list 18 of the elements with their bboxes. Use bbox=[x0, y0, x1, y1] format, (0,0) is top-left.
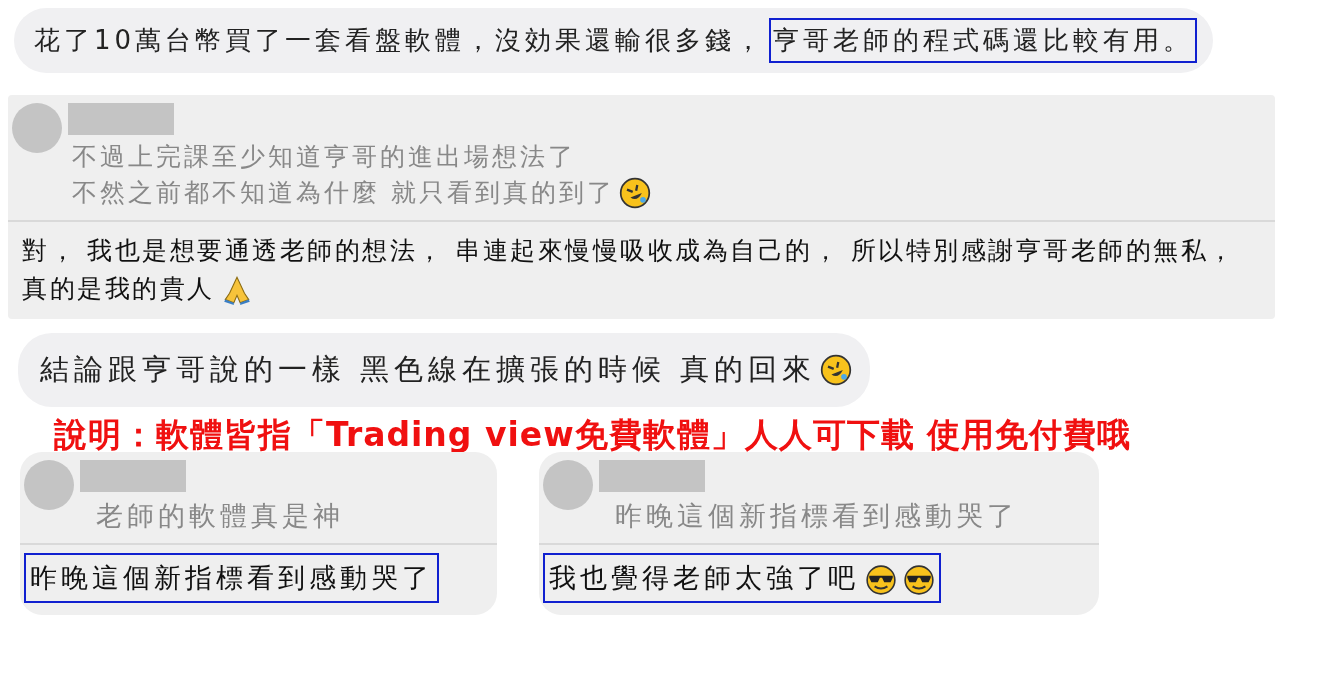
sunglasses-face-icon bbox=[865, 563, 897, 596]
reply-text: 對， 我也是想要通透老師的想法， 串連起來慢慢吸收成為自己的， 所以特別感謝亨哥老師的無私，真的是我的貴人 bbox=[16, 227, 1269, 313]
quote-text: 昨晚這個新指標看到感動哭了 bbox=[615, 499, 1018, 533]
laughing-face-icon bbox=[820, 354, 853, 386]
avatar bbox=[543, 460, 593, 510]
sunglasses-face-icon bbox=[903, 563, 935, 596]
note-text: 說明：軟體皆指「Trading view免費軟體」人人可下載 使用免付費哦 bbox=[54, 414, 1133, 456]
quote-text: 不然之前都不知道為什麼 就只看到真的到了 bbox=[72, 177, 615, 210]
message-text: 花了10萬台幣買了一套看盤軟體，沒効果還輸很多錢， bbox=[33, 24, 767, 57]
avatar bbox=[24, 460, 74, 510]
quote-text: 老師的軟體真是神 bbox=[96, 499, 344, 533]
quote-text: 不過上完課至少知道亨哥的進出場想法了 bbox=[72, 141, 576, 173]
message-text: 亨哥老師的程式碼還比較有用。 bbox=[769, 18, 1198, 63]
message-text: 結論跟亨哥說的一樣 黑色線在擴張的時候 真的回來 bbox=[39, 351, 818, 388]
laughing-face-icon bbox=[618, 177, 651, 210]
reply-text: 我也覺得老師太強了吧 bbox=[543, 553, 941, 603]
avatar bbox=[12, 103, 62, 153]
reply-text: 昨晚這個新指標看到感動哭了 bbox=[24, 553, 439, 603]
